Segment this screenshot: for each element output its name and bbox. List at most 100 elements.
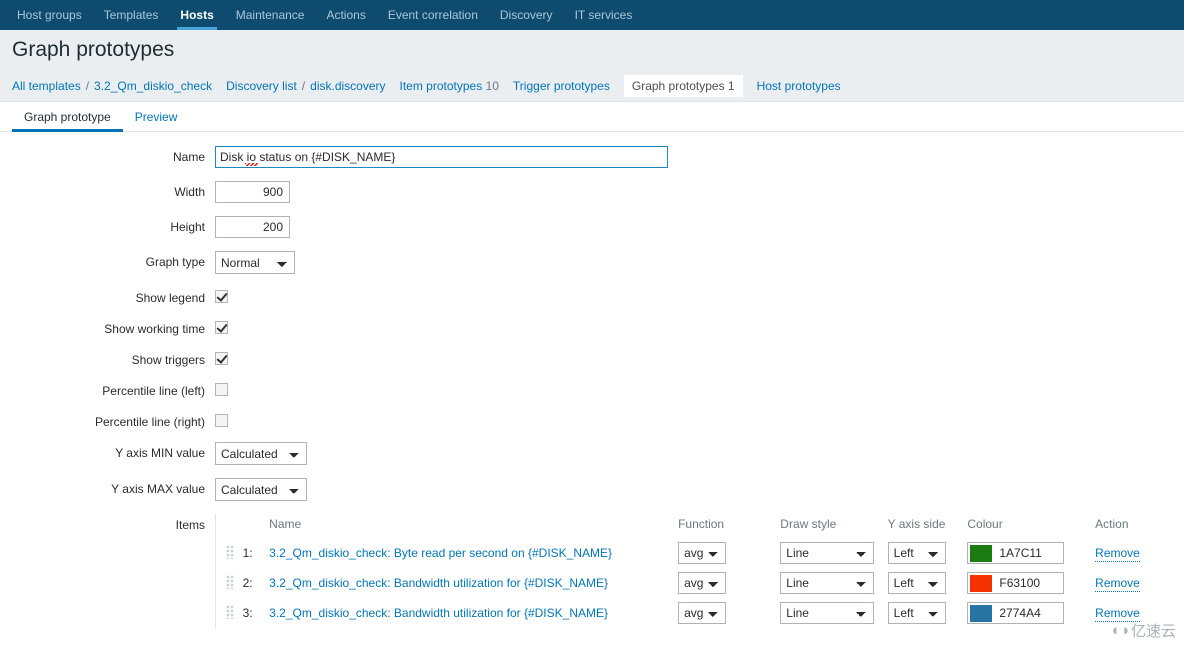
- height-field-wrap: [215, 216, 1184, 238]
- item-colour-picker[interactable]: 1A7C11: [967, 542, 1065, 564]
- items-col-action: Action: [1095, 517, 1129, 531]
- breadcrumb-discovery-rule[interactable]: disk.discovery: [310, 76, 385, 96]
- form-row-items: Items Name Function Draw style Y axis si…: [0, 514, 1184, 628]
- height-label: Height: [170, 220, 205, 234]
- remove-item-button[interactable]: Remove: [1095, 606, 1140, 622]
- topnav-item-host-groups[interactable]: Host groups: [6, 0, 93, 30]
- page-title: Graph prototypes: [12, 38, 175, 61]
- item-draw-style-select[interactable]: LineFilled regionBold lineDotDashed line…: [780, 602, 875, 624]
- name-field-wrap: [215, 146, 1184, 168]
- table-row: 1: 3.2_Qm_diskio_check: Byte read per sec…: [216, 538, 1177, 568]
- item-y-axis-select[interactable]: LeftRight: [887, 572, 946, 594]
- show-working-time-checkbox[interactable]: [215, 321, 228, 334]
- item-y-axis-cell: LeftRight: [887, 598, 968, 628]
- item-name-link[interactable]: 3.2_Qm_diskio_check: Bandwidth utilizati…: [269, 606, 608, 620]
- show-legend-checkbox[interactable]: [215, 290, 228, 303]
- item-drag-cell: [216, 568, 243, 598]
- percentile-left-checkbox[interactable]: [215, 383, 228, 396]
- item-function-select[interactable]: allminavgmax: [678, 542, 727, 564]
- item-function-cell: allminavgmax: [678, 538, 780, 568]
- topnav-item-it-services[interactable]: IT services: [564, 0, 644, 30]
- breadcrumb-template[interactable]: 3.2_Qm_diskio_check: [94, 76, 212, 96]
- breadcrumb: All templates / 3.2_Qm_diskio_check Disc…: [0, 70, 1184, 102]
- item-draw-style-cell: LineFilled regionBold lineDotDashed line…: [780, 598, 887, 628]
- breadcrumb-item-prototypes-label: Item prototypes: [399, 78, 483, 93]
- item-name-link[interactable]: 3.2_Qm_diskio_check: Bandwidth utilizati…: [269, 576, 608, 590]
- y-axis-min-label: Y axis MIN value: [115, 446, 205, 460]
- colour-value: 2774A4: [999, 606, 1041, 620]
- name-input[interactable]: [215, 146, 668, 168]
- item-colour-cell: 1A7C11: [967, 538, 1095, 568]
- form-row-name: Name: [0, 146, 1184, 168]
- form-row-percentile-right: Percentile line (right): [0, 411, 1184, 429]
- y-axis-max-label: Y axis MAX value: [111, 482, 205, 496]
- y-axis-min-select[interactable]: CalculatedFixedItem: [215, 442, 307, 465]
- y-axis-max-select[interactable]: CalculatedFixedItem: [215, 478, 307, 501]
- form-row-graph-type: Graph type NormalStackedPieExploded: [0, 251, 1184, 274]
- show-legend-label: Show legend: [135, 291, 205, 305]
- topnav-item-maintenance[interactable]: Maintenance: [225, 0, 316, 30]
- item-drag-cell: [216, 538, 243, 568]
- item-name-cell: 3.2_Qm_diskio_check: Bandwidth utilizati…: [269, 598, 678, 628]
- drag-handle-icon[interactable]: [226, 544, 234, 559]
- items-table: Name Function Draw style Y axis side Col…: [216, 514, 1177, 628]
- remove-item-button[interactable]: Remove: [1095, 576, 1140, 592]
- show-working-time-field-wrap: [215, 318, 1184, 334]
- width-label: Width: [174, 185, 205, 199]
- item-y-axis-cell: LeftRight: [887, 568, 968, 598]
- topnav-item-templates[interactable]: Templates: [93, 0, 170, 30]
- breadcrumb-item-prototypes[interactable]: Item prototypes 10: [400, 76, 499, 96]
- remove-item-button[interactable]: Remove: [1095, 546, 1140, 562]
- form-row-width: Width: [0, 181, 1184, 203]
- breadcrumb-host-prototypes[interactable]: Host prototypes: [757, 76, 841, 96]
- item-action-cell: Remove: [1095, 598, 1177, 628]
- breadcrumb-separator: /: [85, 78, 90, 93]
- item-draw-style-select[interactable]: LineFilled regionBold lineDotDashed line…: [780, 542, 875, 564]
- breadcrumb-item-prototypes-count: 10: [485, 78, 499, 93]
- page-header: Graph prototypes: [0, 30, 1184, 70]
- drag-handle-icon[interactable]: [226, 574, 234, 589]
- item-name-cell: 3.2_Qm_diskio_check: Byte read per secon…: [269, 538, 678, 568]
- item-y-axis-select[interactable]: LeftRight: [887, 542, 946, 564]
- item-function-select[interactable]: allminavgmax: [678, 602, 727, 624]
- item-colour-picker[interactable]: 2774A4: [967, 602, 1065, 624]
- tab-graph-prototype[interactable]: Graph prototype: [12, 102, 123, 132]
- topnav-item-event-correlation[interactable]: Event correlation: [377, 0, 489, 30]
- items-table-wrap: Name Function Draw style Y axis side Col…: [215, 514, 1176, 628]
- colour-value: 1A7C11: [999, 546, 1042, 560]
- topnav-item-hosts[interactable]: Hosts: [169, 0, 224, 30]
- items-col-function: Function: [678, 517, 725, 531]
- item-draw-style-select[interactable]: LineFilled regionBold lineDotDashed line…: [780, 572, 875, 594]
- breadcrumb-graph-prototypes[interactable]: Graph prototypes 1: [623, 74, 743, 97]
- tab-bar: Graph prototype Preview: [0, 102, 1184, 132]
- height-input[interactable]: [215, 216, 290, 238]
- item-colour-picker[interactable]: F63100: [967, 572, 1065, 594]
- colour-swatch: [970, 604, 993, 622]
- breadcrumb-trigger-prototypes[interactable]: Trigger prototypes: [513, 76, 610, 96]
- drag-handle-icon[interactable]: [226, 604, 234, 619]
- topnav-item-actions[interactable]: Actions: [315, 0, 376, 30]
- form-row-show-triggers: Show triggers: [0, 349, 1184, 367]
- topnav-item-discovery[interactable]: Discovery: [489, 0, 564, 30]
- colour-value: F63100: [999, 576, 1041, 590]
- table-row: 3: 3.2_Qm_diskio_check: Bandwidth utiliza…: [216, 598, 1177, 628]
- name-label: Name: [172, 150, 205, 164]
- show-triggers-label: Show triggers: [131, 353, 205, 367]
- tab-preview[interactable]: Preview: [123, 102, 190, 131]
- item-name-link[interactable]: 3.2_Qm_diskio_check: Byte read per secon…: [269, 546, 612, 560]
- colour-swatch: [970, 544, 993, 562]
- breadcrumb-discovery-list[interactable]: Discovery list: [226, 76, 297, 96]
- item-drag-cell: [216, 598, 243, 628]
- item-function-select[interactable]: allminavgmax: [678, 572, 727, 594]
- show-triggers-checkbox[interactable]: [215, 352, 228, 365]
- breadcrumb-all-templates[interactable]: All templates: [12, 76, 81, 96]
- percentile-right-checkbox[interactable]: [215, 414, 228, 427]
- item-y-axis-cell: LeftRight: [887, 538, 968, 568]
- graph-type-select[interactable]: NormalStackedPieExploded: [215, 251, 295, 274]
- y-axis-max-field-wrap: CalculatedFixedItem: [215, 478, 1184, 501]
- width-input[interactable]: [215, 181, 290, 203]
- item-y-axis-select[interactable]: LeftRight: [887, 602, 946, 624]
- percentile-left-label: Percentile line (left): [102, 384, 205, 398]
- item-index: 2:: [242, 576, 253, 590]
- item-draw-style-cell: LineFilled regionBold lineDotDashed line…: [780, 538, 887, 568]
